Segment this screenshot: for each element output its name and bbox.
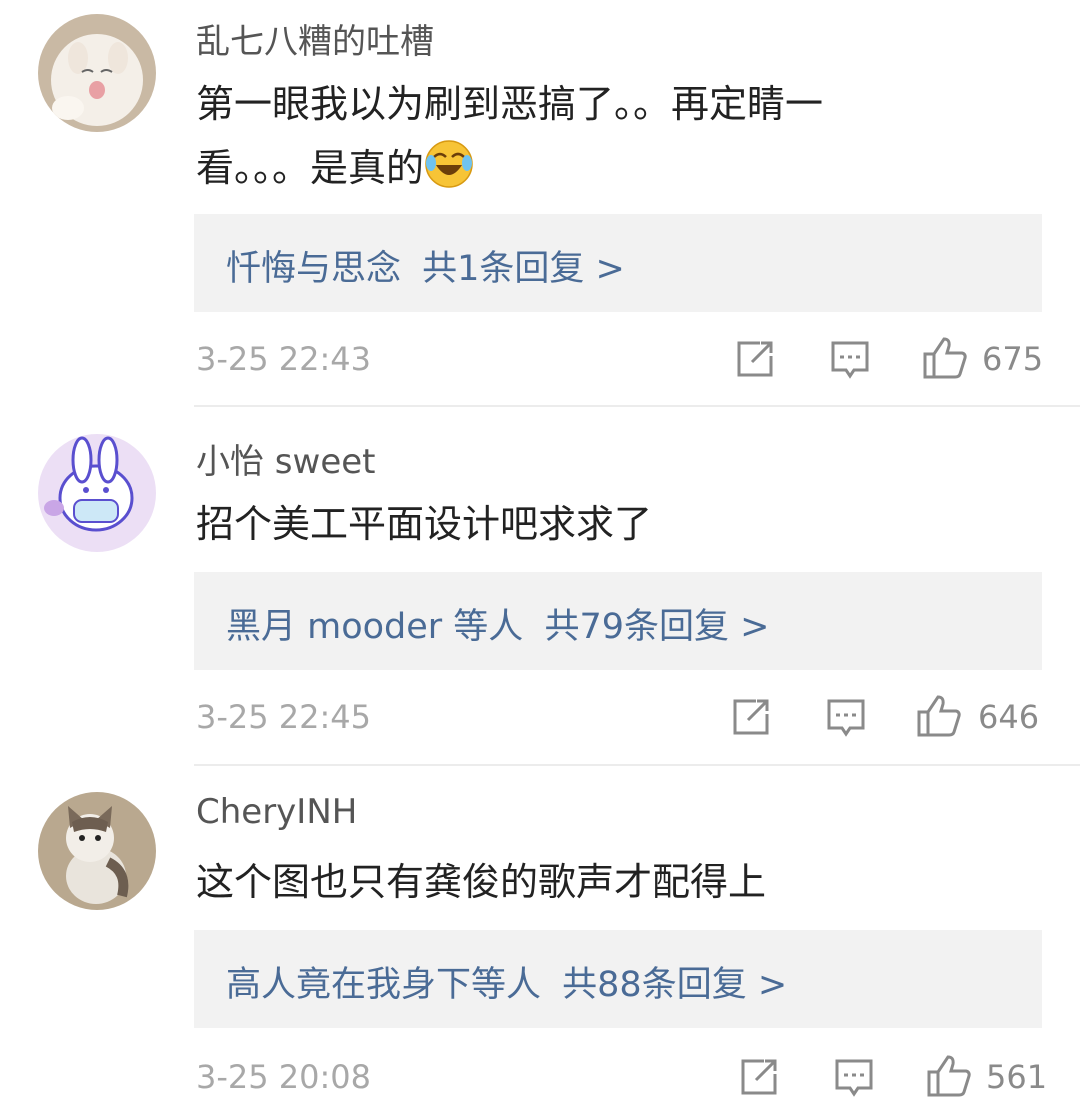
reply-preview-text[interactable]: 黑月 mooder 等人 共79条回复 > [226,598,779,649]
timestamp: 3-25 20:08 [196,1058,372,1096]
reply-authors[interactable]: 高人竟在我身下等人 [226,965,541,1005]
timestamp: 3-25 22:45 [196,698,372,736]
comment-text: 这个图也只有龚俊的歌声才配得上 [196,850,956,914]
comment-icon[interactable] [830,340,870,380]
divider [194,764,1080,766]
reply-preview[interactable]: 高人竟在我身下等人 共88条回复 > [194,930,1042,1028]
reply-preview-text[interactable]: 高人竟在我身下等人 共88条回复 > [226,956,797,1007]
reply-count[interactable]: 共1条回复 > [422,249,625,289]
like-count: 646 [978,698,1040,736]
username[interactable]: 小怡 sweet [196,434,376,483]
username[interactable]: 乱七八糟的吐槽 [196,14,434,63]
comment-icon[interactable] [826,698,866,738]
comment-text-line: 第一眼我以为刷到恶搞了。。再定睛一 [196,82,824,126]
comment-item: 乱七八糟的吐槽 第一眼我以为刷到恶搞了。。再定睛一 看。。。是真的 忏悔与思念 … [0,0,1080,408]
like-icon[interactable] [922,336,968,380]
comment-text: 第一眼我以为刷到恶搞了。。再定睛一 看。。。是真的 [196,72,956,200]
divider [194,405,1080,407]
avatar[interactable] [38,792,156,910]
avatar[interactable] [38,14,156,132]
timestamp: 3-25 22:43 [196,340,372,378]
like-count: 675 [982,340,1044,378]
reply-preview[interactable]: 忏悔与思念 共1条回复 > [194,214,1042,312]
comment-text-fragment: 看。。。是真的 [196,146,425,190]
reply-count[interactable]: 共88条回复 > [562,965,787,1005]
reply-authors[interactable]: 黑月 mooder 等人 [226,607,523,647]
comment-text-line: 招个美工平面设计吧求求了 [196,502,653,546]
like-icon[interactable] [926,1054,972,1098]
share-icon[interactable] [736,340,776,378]
comment-text: 招个美工平面设计吧求求了 [196,492,956,556]
share-icon[interactable] [732,698,772,736]
reply-count[interactable]: 共79条回复 > [544,607,769,647]
comment-item: CheryINH 这个图也只有龚俊的歌声才配得上 高人竟在我身下等人 共88条回… [0,778,1080,1098]
username[interactable]: CheryINH [196,792,357,832]
avatar[interactable] [38,434,156,552]
comment-item: 小怡 sweet 招个美工平面设计吧求求了 黑月 mooder 等人 共79条回… [0,420,1080,768]
bunny-mask-avatar-icon [38,434,156,552]
white-cat-avatar-icon [38,14,156,132]
comment-text-line: 这个图也只有龚俊的歌声才配得上 [196,860,767,904]
tabby-cat-avatar-icon [38,792,156,910]
comment-icon[interactable] [834,1058,874,1098]
reply-preview[interactable]: 黑月 mooder 等人 共79条回复 > [194,572,1042,670]
like-count: 561 [986,1058,1048,1096]
comment-text-line: 看。。。是真的 [196,136,956,200]
reply-authors[interactable]: 忏悔与思念 [226,249,401,289]
laughing-crying-emoji-icon [425,140,473,188]
share-icon[interactable] [740,1058,780,1096]
reply-preview-text[interactable]: 忏悔与思念 共1条回复 > [226,240,635,291]
like-icon[interactable] [916,694,962,738]
